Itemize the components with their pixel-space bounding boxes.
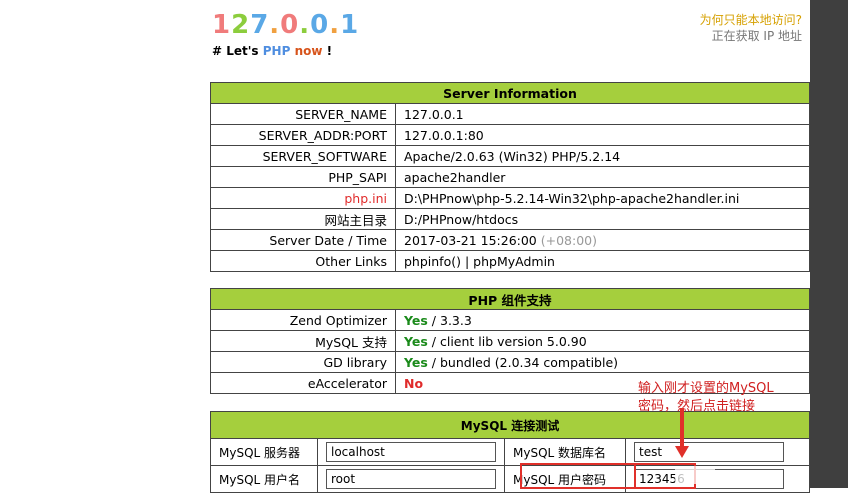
mysql-user-input[interactable]: root [326, 469, 496, 489]
row-key: PHP_SAPI [210, 166, 396, 188]
row-value: 127.0.0.1 [395, 103, 810, 125]
row-value: D:/PHPnow/htdocs [395, 208, 810, 230]
row-value: apache2handler [395, 166, 810, 188]
logo-char: . [269, 10, 281, 40]
ip-status-text: 正在获取 IP 地址 [711, 29, 802, 43]
tagline: # Let's PHP now ! [212, 44, 332, 58]
mysql-server-label: MySQL 服务器 [210, 438, 318, 466]
tagline-now: now [294, 44, 323, 58]
table-row: MySQL 用户名 root MySQL 用户密码 123456 [210, 465, 810, 493]
row-value: D:\PHPnow\php-5.2.14-Win32\php-apache2ha… [395, 187, 810, 209]
mysql-server-input[interactable]: localhost [326, 442, 496, 462]
tagline-prefix: # Let's [212, 44, 263, 58]
row-key: SERVER_SOFTWARE [210, 145, 396, 167]
table-row: GD library Yes / bundled (2.0.34 compatib… [210, 351, 810, 373]
row-value: Yes / 3.3.3 [395, 309, 810, 331]
server-timezone: (+08:00) [540, 232, 597, 248]
logo-char: 7 [250, 10, 270, 40]
tagline-php: PHP [262, 44, 291, 58]
password-label-highlight [520, 463, 636, 489]
annotation-line-2: 密码，然后点击链接 [638, 399, 756, 414]
link-separator: | [461, 253, 474, 269]
server-info-table: Server Information SERVER_NAME 127.0.0.1 … [210, 82, 810, 272]
mysql-dbname-label: MySQL 数据库名 [504, 438, 626, 466]
annotation-arrow-head-icon [675, 446, 689, 458]
row-value: 2017-03-21 15:26:00 (+08:00) [395, 229, 810, 251]
row-detail: / client lib version 5.0.90 [427, 333, 587, 349]
server-info-title: Server Information [210, 82, 810, 104]
row-value: Yes / client lib version 5.0.90 [395, 330, 810, 352]
table-row: SERVER_SOFTWARE Apache/2.0.63 (Win32) PHP… [210, 145, 810, 167]
logo-char: 1 [340, 10, 360, 40]
logo-char: 0 [280, 10, 300, 40]
row-key: GD library [210, 351, 396, 373]
phpmyadmin-link[interactable]: phpMyAdmin [473, 254, 555, 269]
components-title: PHP 组件支持 [210, 288, 810, 310]
table-row: PHP_SAPI apache2handler [210, 166, 810, 188]
table-row: 网站主目录 D:/PHPnow/htdocs [210, 208, 810, 230]
why-local-only-link[interactable]: 为何只能本地访问? [700, 12, 802, 28]
table-row: MySQL 支持 Yes / client lib version 5.0.90 [210, 330, 810, 352]
row-value: Yes / bundled (2.0.34 compatible) [395, 351, 810, 373]
row-key: Other Links [210, 250, 396, 272]
logo-char: 0 [310, 10, 330, 40]
annotation-line-1: 输入刚才设置的MySQL [638, 381, 774, 396]
logo-char: . [299, 10, 311, 40]
row-key: eAccelerator [210, 372, 396, 394]
row-key: Server Date / Time [210, 229, 396, 251]
row-key: SERVER_NAME [210, 103, 396, 125]
row-key: SERVER_ADDR:PORT [210, 124, 396, 146]
phpnow-page: 127.0.0.1 # Let's PHP now ! 为何只能本地访问? 正在… [190, 0, 810, 493]
row-value: phpinfo() | phpMyAdmin [395, 250, 810, 272]
row-detail: / 3.3.3 [427, 312, 472, 328]
logo-char: 2 [231, 10, 251, 40]
annotation-text: 输入刚才设置的MySQL 密码，然后点击链接 [638, 380, 798, 416]
status-badge: Yes [404, 333, 428, 349]
tagline-suffix: ! [322, 44, 333, 58]
table-row: Other Links phpinfo() | phpMyAdmin [210, 250, 810, 272]
logo-char: 1 [212, 10, 232, 40]
ip-panel: 为何只能本地访问? 正在获取 IP 地址 [700, 12, 802, 44]
logo-char: . [329, 10, 341, 40]
mysql-test-table: MySQL 连接测试 MySQL 服务器 localhost MySQL 数据库… [210, 411, 810, 493]
table-row: php.ini D:\PHPnow\php-5.2.14-Win32\php-ap… [210, 187, 810, 209]
row-detail: / bundled (2.0.34 compatible) [427, 354, 619, 370]
table-row: Server Date / Time 2017-03-21 15:26:00 (+… [210, 229, 810, 251]
php-components-table: PHP 组件支持 Zend Optimizer Yes / 3.3.3 MySQL… [210, 288, 810, 394]
row-value: Apache/2.0.63 (Win32) PHP/5.2.14 [395, 145, 810, 167]
table-row: Zend Optimizer Yes / 3.3.3 [210, 309, 810, 331]
right-scrollbar-area[interactable] [810, 0, 848, 488]
phpinfo-link[interactable]: phpinfo() [404, 254, 461, 269]
status-badge: No [404, 375, 424, 391]
server-datetime: 2017-03-21 15:26:00 [404, 232, 537, 248]
table-row: SERVER_ADDR:PORT 127.0.0.1:80 [210, 124, 810, 146]
table-row: SERVER_NAME 127.0.0.1 [210, 103, 810, 125]
row-key: MySQL 支持 [210, 330, 396, 352]
php-ini-link[interactable]: php.ini [210, 187, 396, 209]
mysql-dbname-input[interactable]: test [634, 442, 784, 462]
status-badge: Yes [404, 312, 428, 328]
watermark-blur [675, 466, 715, 484]
logo-127-0-0-1: 127.0.0.1 [212, 10, 359, 40]
mysql-user-label: MySQL 用户名 [210, 465, 318, 493]
row-key: 网站主目录 [210, 208, 396, 230]
left-margin [0, 0, 190, 488]
table-row: MySQL 服务器 localhost MySQL 数据库名 test [210, 438, 810, 466]
status-badge: Yes [404, 354, 428, 370]
row-key: Zend Optimizer [210, 309, 396, 331]
row-value: 127.0.0.1:80 [395, 124, 810, 146]
